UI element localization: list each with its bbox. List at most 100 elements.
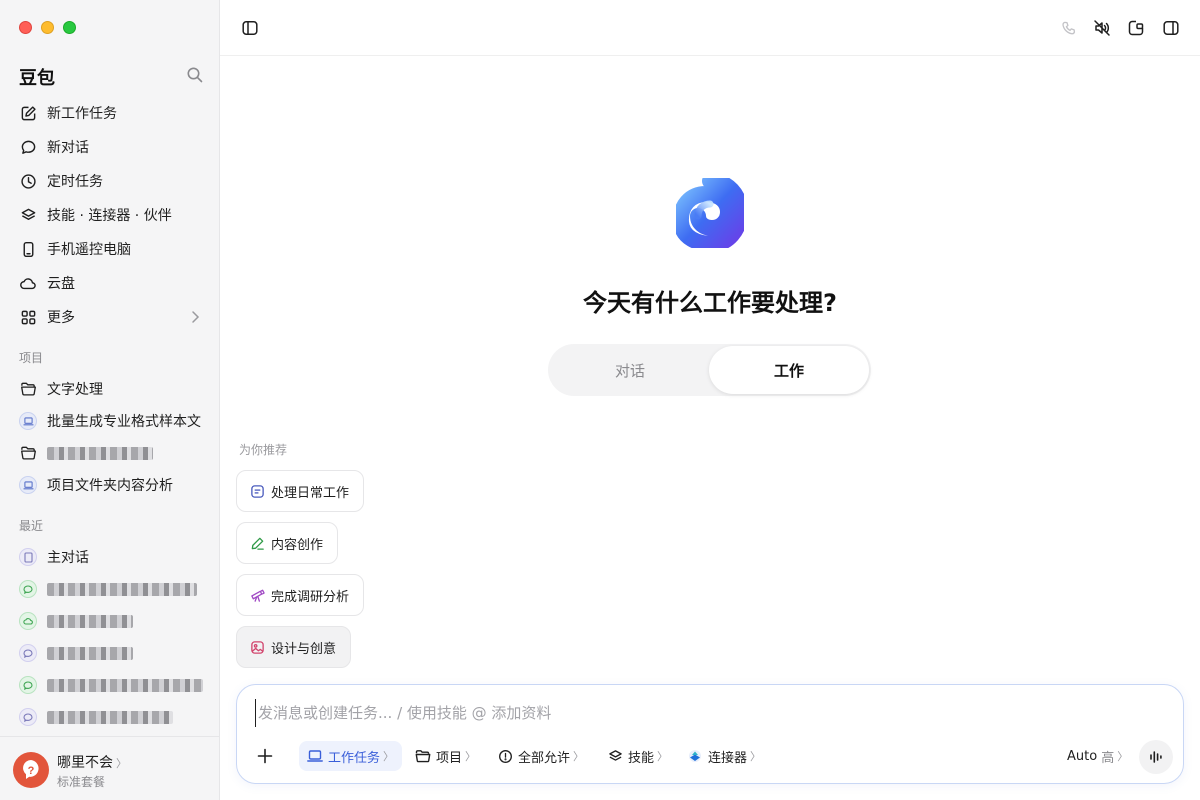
project-item[interactable]: 项目文件夹内容分析 (12, 470, 212, 500)
chevron-right-icon: 〉 (465, 750, 477, 763)
permission-button[interactable]: 全部允许 〉 (489, 741, 592, 771)
recent-item[interactable] (12, 638, 212, 668)
project-label: 项目文件夹内容分析 (47, 478, 173, 494)
toggle-sidebar-icon[interactable] (240, 18, 260, 38)
nav-new-work-task[interactable]: 新工作任务 (12, 98, 210, 128)
work-task-button[interactable]: 工作任务 〉 (299, 741, 403, 771)
mode-switch: 对话 工作 (548, 344, 871, 396)
cloud-icon (19, 274, 37, 292)
document-icon (249, 483, 265, 499)
recent-item[interactable] (12, 670, 212, 700)
nav-label: 新工作任务 (47, 106, 117, 122)
project-item[interactable]: 文字处理 (12, 374, 212, 404)
chat-bubble-icon (19, 644, 37, 662)
add-icon[interactable] (255, 746, 275, 766)
nav-phone-remote[interactable]: 手机遥控电脑 (12, 234, 210, 264)
nav-new-chat[interactable]: 新对话 (12, 132, 210, 162)
chevron-right-icon: 〉 (573, 750, 585, 763)
laptop-icon (19, 412, 37, 430)
suggestion-daily-work[interactable]: 处理日常工作 (236, 470, 365, 512)
voice-input-icon[interactable] (1139, 740, 1173, 774)
edit-icon (19, 104, 37, 122)
laptop-icon (19, 476, 37, 494)
project-label: 文字处理 (47, 382, 103, 398)
app-title: 豆包 (19, 68, 55, 89)
suggestion-label: 处理日常工作 (271, 485, 350, 501)
grid-icon (19, 308, 37, 326)
redacted-text (47, 678, 203, 692)
connector-label: 连接器 (708, 750, 748, 766)
main-chat-icon (19, 548, 37, 566)
nav-label: 手机遥控电脑 (47, 242, 131, 258)
image-icon (249, 639, 265, 655)
nav-label: 云盘 (47, 276, 75, 292)
recent-item[interactable] (12, 574, 212, 604)
recommend-heading: 为你推荐 (239, 443, 288, 457)
nav-more[interactable]: 更多 (12, 302, 210, 332)
redacted-text (47, 582, 197, 596)
search-icon[interactable] (186, 66, 204, 84)
redacted-text (47, 710, 173, 724)
app-logo-icon (672, 173, 749, 253)
tab-work[interactable]: 工作 (709, 346, 869, 394)
wechat-icon (19, 580, 37, 598)
message-input[interactable] (255, 699, 1155, 727)
minimize-window-button[interactable] (41, 21, 54, 34)
recent-heading: 最近 (19, 519, 44, 533)
user-name-text: 哪里不会 (57, 755, 113, 771)
nav-skills-connectors[interactable]: 技能 · 连接器 · 伙伴 (12, 200, 210, 230)
alert-circle-icon (497, 748, 513, 764)
folder-icon (19, 444, 37, 462)
toggle-right-panel-icon[interactable] (1161, 18, 1181, 38)
work-task-label: 工作任务 (328, 750, 381, 766)
chevron-right-icon: 〉 (383, 750, 395, 763)
redacted-text (47, 614, 133, 628)
chevron-right-icon: 〉 (657, 750, 669, 763)
project-item[interactable] (12, 438, 212, 468)
layers-icon (607, 748, 623, 764)
new-window-icon[interactable] (1126, 18, 1146, 38)
connector-button[interactable]: 连接器 〉 (679, 741, 769, 771)
suggestion-design[interactable]: 设计与创意 (236, 626, 352, 668)
suggestion-content-creation[interactable]: 内容创作 (236, 522, 339, 564)
tab-chat[interactable]: 对话 (550, 346, 710, 394)
chat-bubble-icon (19, 138, 37, 156)
laptop-icon (307, 748, 323, 764)
recent-item[interactable]: 主对话 (12, 542, 212, 572)
user-name[interactable]: 哪里不会〉 (57, 752, 127, 772)
nav-scheduled-tasks[interactable]: 定时任务 (12, 166, 210, 196)
redacted-text (47, 446, 153, 460)
nav-label: 技能 · 连接器 · 伙伴 (47, 208, 172, 224)
suggestion-research[interactable]: 完成调研分析 (236, 574, 365, 616)
model-selector[interactable]: Auto 高 〉 (1067, 741, 1128, 771)
chevron-right-icon: 〉 (116, 757, 127, 770)
main-panel: 今天有什么工作要处理? 对话 工作 为你推荐 处理日常工作 内容创作 完成调研分… (220, 0, 1200, 800)
project-button[interactable]: 项目 〉 (407, 741, 484, 771)
close-window-button[interactable] (19, 21, 32, 34)
redacted-text (47, 646, 133, 660)
telescope-icon (249, 587, 265, 603)
project-item[interactable]: 批量生成专业格式样本文 (12, 406, 212, 436)
suggestion-label: 完成调研分析 (271, 589, 350, 605)
model-level: 高 (1101, 750, 1115, 766)
user-profile[interactable]: ? 哪里不会〉 标准套餐 (0, 736, 219, 800)
nav-cloud-drive[interactable]: 云盘 (12, 268, 210, 298)
projects-heading: 项目 (19, 351, 44, 365)
composer: 工作任务 〉 项目 〉 全部允许 〉 技能 〉 (236, 684, 1184, 784)
recent-item[interactable] (12, 702, 212, 732)
mute-speaker-icon[interactable] (1092, 18, 1112, 38)
cloud-icon (19, 612, 37, 630)
phone-call-icon[interactable] (1059, 18, 1079, 38)
skill-button[interactable]: 技能 〉 (599, 741, 676, 771)
user-plan: 标准套餐 (57, 775, 106, 789)
layers-icon (19, 206, 37, 224)
chevron-right-icon (190, 310, 200, 328)
recent-item[interactable] (12, 606, 212, 636)
skill-label: 技能 (628, 750, 655, 766)
suggestion-label: 内容创作 (271, 537, 324, 553)
zoom-window-button[interactable] (63, 21, 76, 34)
sidebar: 豆包 新工作任务 新对话 定时任务 技能 · 连接器 · 伙伴 手机遥控电脑 云… (0, 0, 220, 800)
avatar: ? (13, 752, 49, 788)
recent-label: 主对话 (47, 550, 89, 566)
pen-icon (249, 535, 265, 551)
